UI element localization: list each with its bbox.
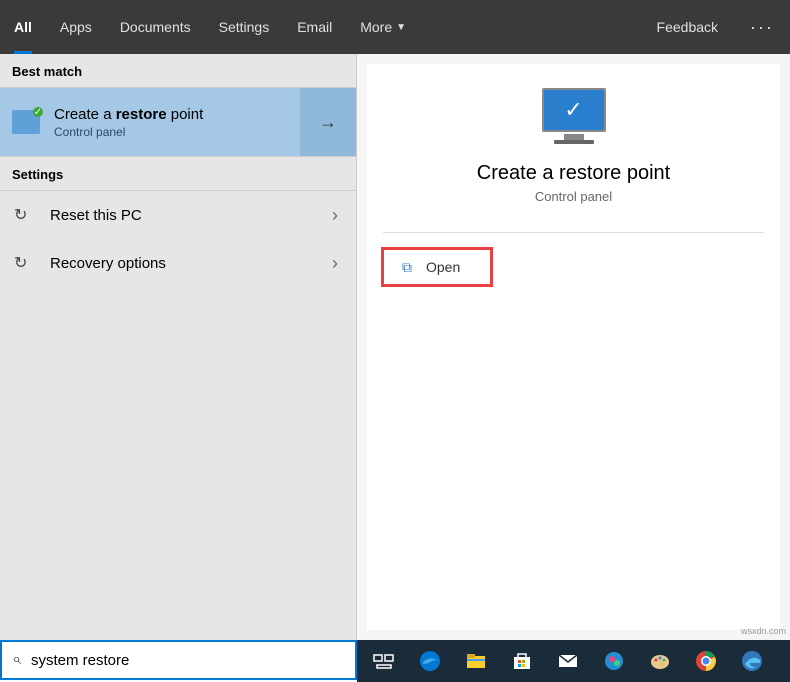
bottom-bar: ⌕ [0,640,790,682]
setting-label: Recovery options [50,255,166,272]
results-pane: Best match Create a restore point Contro… [0,54,357,640]
paint-icon[interactable] [637,641,683,681]
tab-settings[interactable]: Settings [205,0,284,54]
store-icon[interactable] [499,641,545,681]
expand-arrow-button[interactable]: → [300,88,356,156]
open-button[interactable]: ⧉ Open [381,247,493,287]
chevron-down-icon: ▼ [396,22,406,33]
search-filter-tabs: All Apps Documents Settings Email More ▼… [0,0,790,54]
mail-icon[interactable] [545,641,591,681]
file-explorer-icon[interactable] [453,641,499,681]
tab-documents[interactable]: Documents [106,0,205,54]
best-match-title: Create a restore point [54,106,203,123]
title-pre: Create a [54,106,116,123]
detail-subtitle: Control panel [367,189,780,204]
edge-icon[interactable] [407,641,453,681]
watermark: wsxdn.com [741,626,786,636]
search-input[interactable] [31,652,345,669]
taskbar [357,640,790,682]
checkmark-icon: ✓ [564,97,582,123]
task-view-icon[interactable] [361,641,407,681]
detail-pane-wrapper: ✓ Create a restore point Control panel ⧉… [357,54,790,640]
best-match-header: Best match [0,54,356,88]
best-match-text: Create a restore point Control panel [54,106,203,139]
recovery-icon: ↻ [14,253,36,273]
open-label: Open [426,259,460,275]
detail-title: Create a restore point [367,162,780,185]
setting-label: Reset this PC [50,207,142,224]
more-options-button[interactable]: ··· [734,17,790,38]
tab-more[interactable]: More ▼ [346,0,420,54]
reset-icon: ↻ [14,205,36,225]
monitor-icon: ✓ [542,88,606,144]
settings-header: Settings [0,156,356,191]
setting-reset-pc[interactable]: ↻ Reset this PC › [0,191,356,239]
feedback-link[interactable]: Feedback [641,19,734,35]
tab-more-label: More [360,19,392,35]
tabs-container: All Apps Documents Settings Email More ▼ [0,0,420,54]
tab-apps[interactable]: Apps [46,0,106,54]
arrow-right-icon: → [319,112,337,133]
monitor-screen: ✓ [542,88,606,132]
best-match-result[interactable]: Create a restore point Control panel → [0,88,356,156]
chevron-right-icon: › [332,253,338,274]
open-icon: ⧉ [402,259,412,276]
search-box[interactable]: ⌕ [0,640,357,680]
title-post: point [167,106,204,123]
best-match-subtitle: Control panel [54,125,203,139]
title-bold: restore [116,106,167,123]
detail-pane: ✓ Create a restore point Control panel ⧉… [367,64,780,630]
monitor-base [554,140,594,144]
setting-recovery-options[interactable]: ↻ Recovery options › [0,239,356,287]
restore-point-icon [12,110,40,134]
tab-email[interactable]: Email [283,0,346,54]
chevron-right-icon: › [332,205,338,226]
chrome-icon[interactable] [683,641,729,681]
tab-all[interactable]: All [0,0,46,54]
topbar-right: Feedback ··· [641,0,790,54]
search-icon: ⌕ [12,651,21,669]
main-content: Best match Create a restore point Contro… [0,54,790,640]
legacy-edge-icon[interactable] [729,641,775,681]
photos-icon[interactable] [591,641,637,681]
